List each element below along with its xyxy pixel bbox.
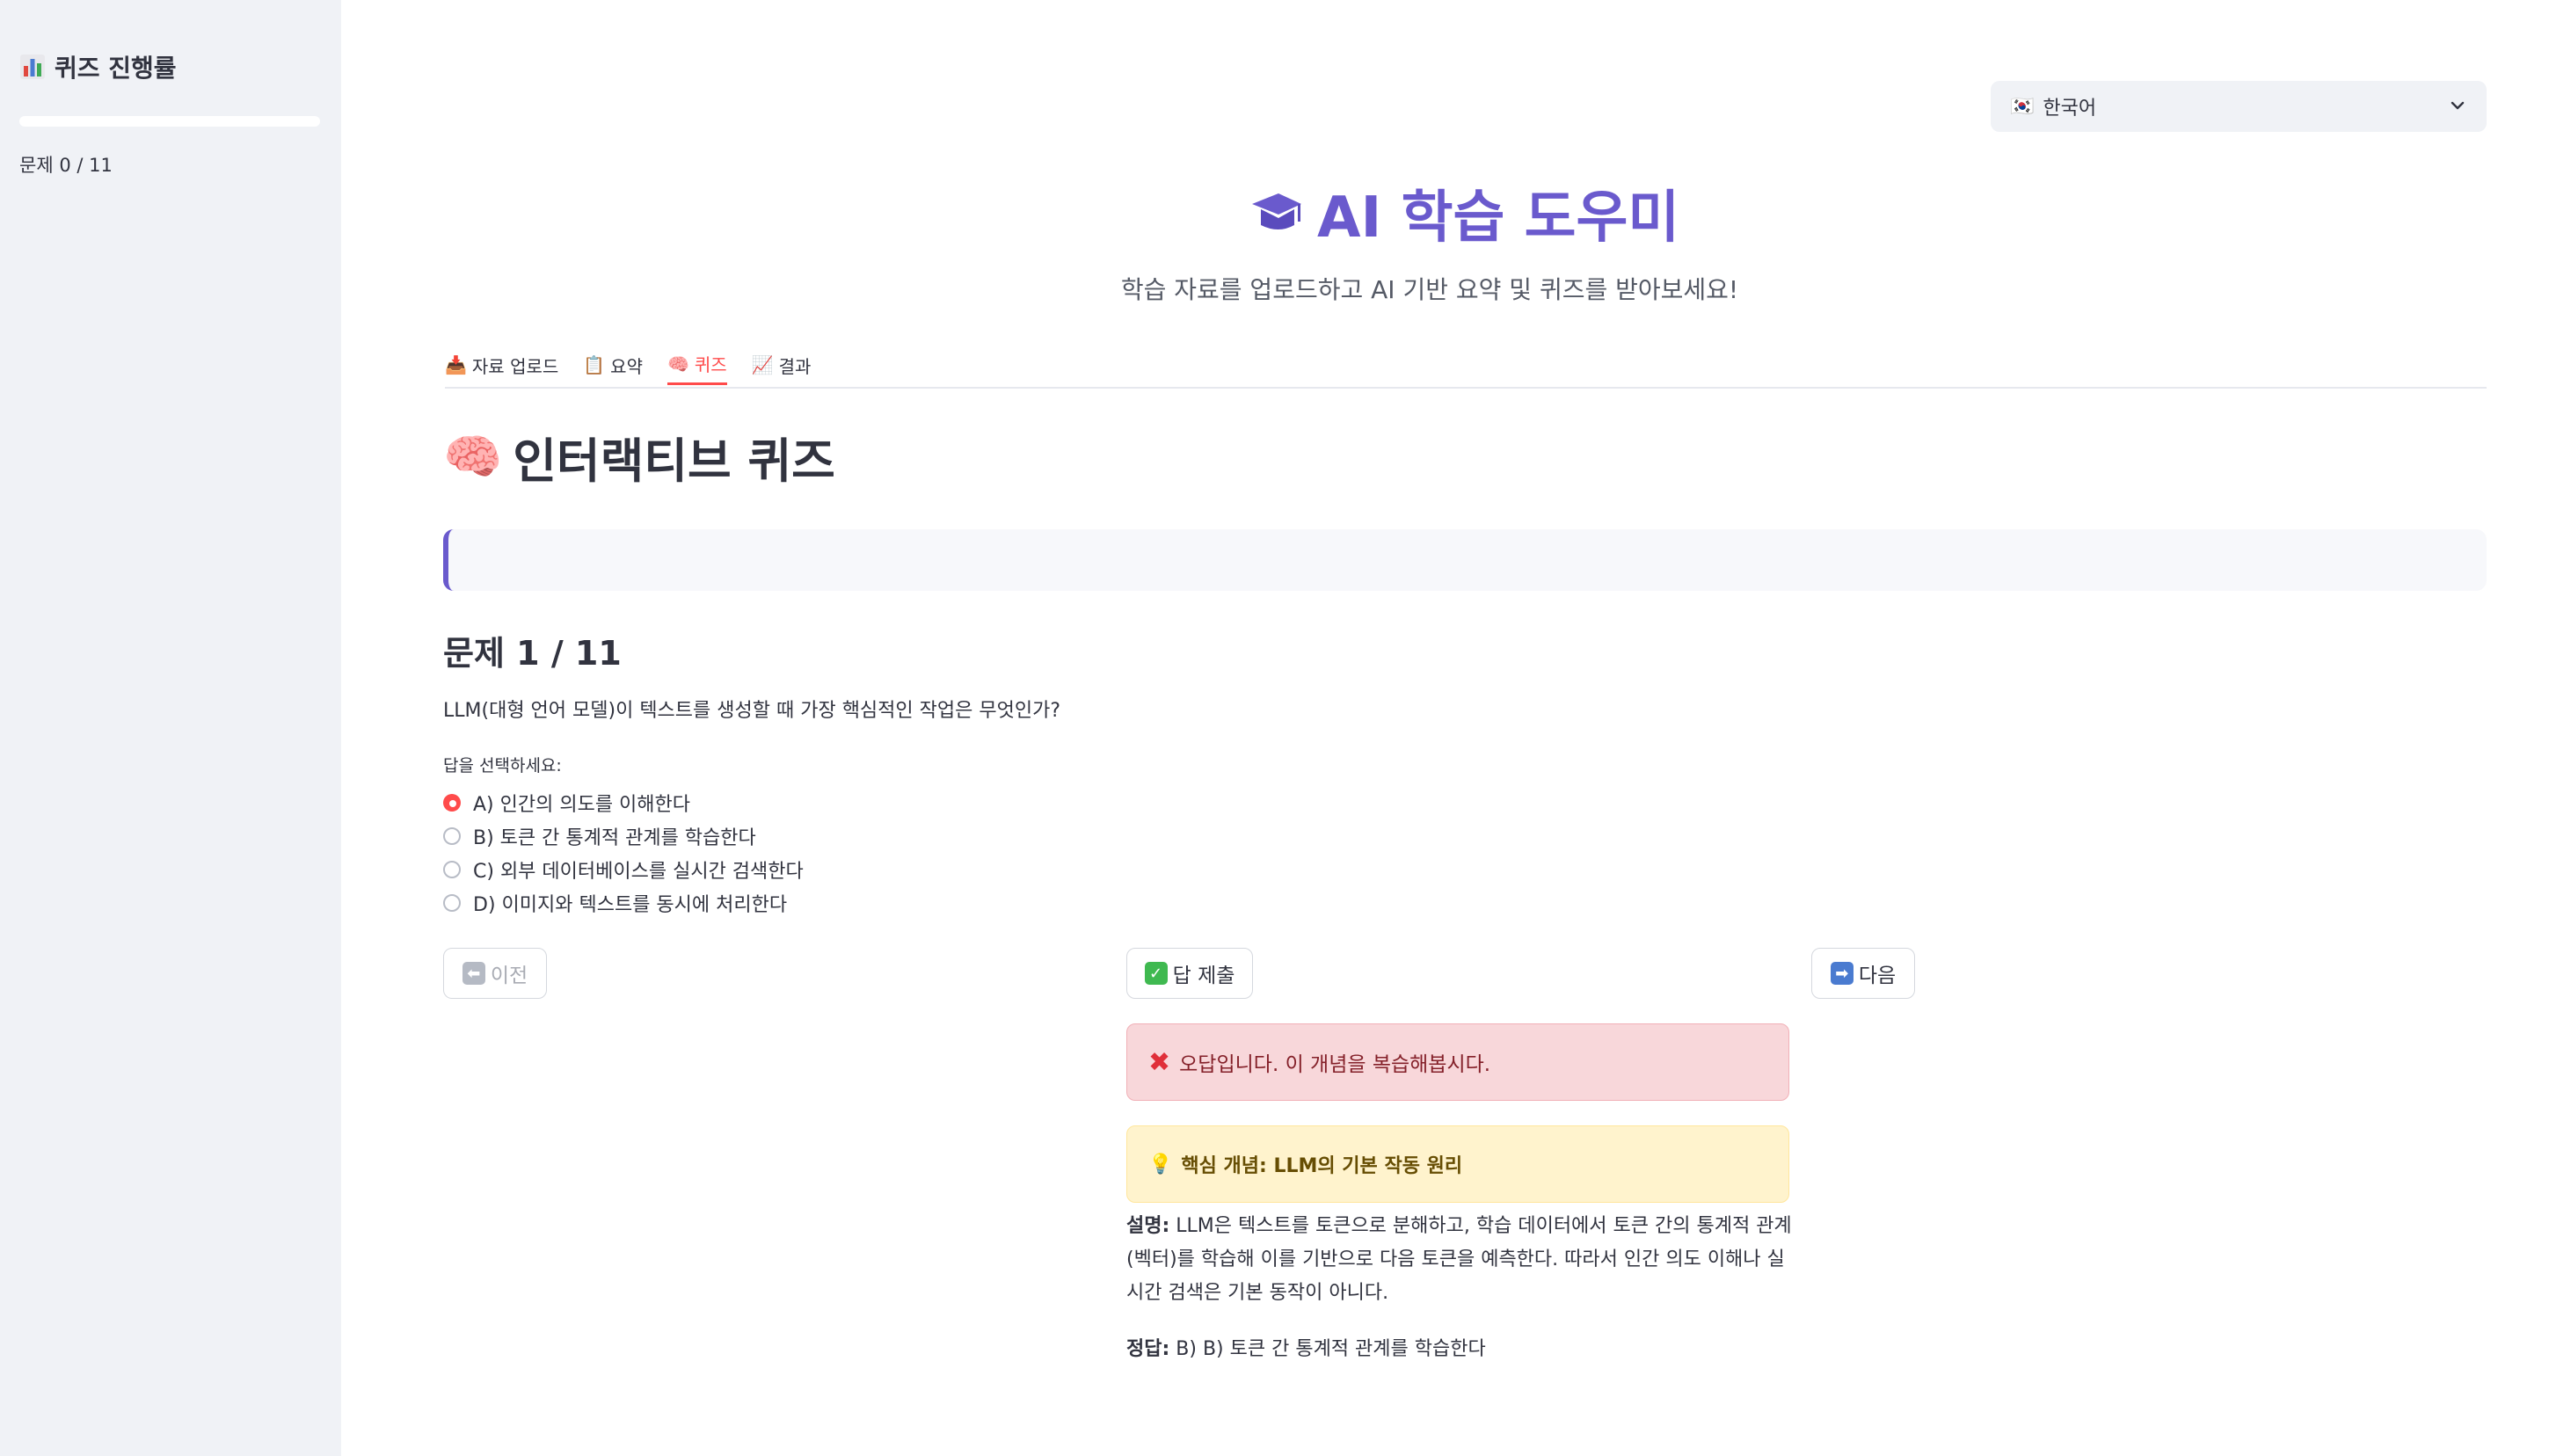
option-c[interactable]: C) 외부 데이터베이스를 실시간 검색한다 — [443, 853, 804, 886]
option-d[interactable]: D) 이미지와 텍스트를 동시에 처리한다 — [443, 886, 804, 920]
right-arrow-icon: ➡ — [1830, 962, 1854, 985]
question-text: LLM(대형 언어 모델)이 텍스트를 생성할 때 가장 핵심적인 작업은 무엇… — [443, 700, 1060, 722]
tab-results-label: 결과 — [778, 355, 812, 377]
brain-icon: 🧠 — [666, 353, 689, 375]
app-title-text: AI 학습 도우미 — [1317, 186, 1680, 251]
error-alert: ✖ 오답입니다. 이 개념을 복습해봅시다. — [1126, 1023, 1789, 1101]
concept-alert-text: 핵심 개념: LLM의 기본 작동 원리 — [1181, 1155, 1463, 1177]
korea-flag-icon: 🇰🇷 — [2010, 95, 2035, 118]
next-button[interactable]: ➡ 다음 — [1811, 948, 1915, 999]
brain-icon: 🧠 — [443, 428, 503, 484]
check-mark-icon: ✓ — [1144, 962, 1168, 985]
bar-chart-icon — [20, 55, 45, 79]
graduation-cap-icon — [1252, 193, 1301, 229]
chevron-down-icon — [2451, 101, 2465, 110]
error-alert-text: 오답입니다. 이 개념을 복습해봅시다. — [1179, 1053, 1491, 1076]
radio-icon[interactable] — [443, 827, 461, 845]
option-b-label: B) 토큰 간 통계적 관계를 학습한다 — [473, 827, 756, 849]
app-subtitle: 학습 자료를 업로드하고 AI 기반 요약 및 퀴즈를 받아보세요! — [0, 271, 2571, 306]
prev-button[interactable]: ⬅ 이전 — [443, 948, 547, 999]
cross-mark-icon: ✖ — [1148, 1046, 1171, 1078]
app-subtitle-text: 학습 자료를 업로드하고 AI 기반 요약 및 퀴즈를 받아보세요! — [1120, 275, 1739, 304]
submit-button[interactable]: ✓ 답 제출 — [1126, 948, 1253, 999]
tab-results[interactable]: 📈 결과 — [752, 343, 812, 385]
app-title: AI 학습 도우미 — [1249, 172, 1679, 253]
section-title: 🧠 인터랙티브 퀴즈 — [443, 422, 835, 491]
tab-summary[interactable]: 📋 요약 — [583, 343, 643, 385]
tab-upload[interactable]: 📥 자료 업로드 — [445, 343, 558, 385]
tab-bar: 📥 자료 업로드 📋 요약 🧠 퀴즈 📈 결과 — [445, 343, 2487, 389]
choose-label: 답을 선택하세요: — [443, 756, 562, 775]
explanation-label: 설명: — [1126, 1215, 1170, 1237]
tab-upload-label: 자료 업로드 — [471, 355, 559, 377]
explanation-text: LLM은 텍스트를 토큰으로 분해하고, 학습 데이터에서 토큰 간의 통계적 … — [1126, 1215, 1792, 1304]
option-c-label: C) 외부 데이터베이스를 실시간 검색한다 — [473, 861, 804, 883]
clipboard-icon: 📋 — [583, 354, 606, 375]
tab-quiz-label: 퀴즈 — [694, 354, 727, 375]
inbox-tray-icon: 📥 — [445, 354, 467, 375]
explanation: 설명: LLM은 텍스트를 토큰으로 분해하고, 학습 데이터에서 토큰 간의 … — [1126, 1210, 1795, 1310]
chart-increasing-icon: 📈 — [751, 354, 774, 375]
section-title-text: 인터랙티브 퀴즈 — [513, 433, 835, 489]
option-a[interactable]: A) 인간의 의도를 이해한다 — [443, 786, 804, 819]
question-heading: 문제 1 / 11 — [443, 634, 622, 673]
answer-options: A) 인간의 의도를 이해한다 B) 토큰 간 통계적 관계를 학습한다 C) … — [443, 786, 804, 920]
language-select[interactable]: 🇰🇷 한국어 — [1991, 81, 2487, 132]
progress-bar — [19, 116, 320, 127]
sidebar-title-text: 퀴즈 진행률 — [55, 54, 177, 83]
radio-selected-icon[interactable] — [443, 794, 461, 812]
left-arrow-icon: ⬅ — [462, 962, 485, 985]
submit-button-label: 답 제출 — [1172, 965, 1235, 987]
next-button-label: 다음 — [1858, 965, 1897, 987]
correct-answer-text: B) B) 토큰 간 통계적 관계를 학습한다 — [1176, 1338, 1486, 1360]
correct-answer: 정답: B) B) 토큰 간 통계적 관계를 학습한다 — [1126, 1333, 1486, 1361]
option-b[interactable]: B) 토큰 간 통계적 관계를 학습한다 — [443, 819, 804, 853]
tab-quiz[interactable]: 🧠 퀴즈 — [666, 343, 727, 385]
correct-answer-label: 정답: — [1126, 1338, 1170, 1360]
sidebar: 퀴즈 진행률 문제 0 / 11 — [0, 0, 341, 1456]
concept-alert: 💡 핵심 개념: LLM의 기본 작동 원리 — [1126, 1125, 1789, 1203]
light-bulb-icon: 💡 — [1148, 1153, 1173, 1176]
radio-icon[interactable] — [443, 861, 461, 878]
prev-button-label: 이전 — [490, 965, 528, 987]
option-a-label: A) 인간의 의도를 이해한다 — [473, 794, 691, 816]
tab-summary-label: 요약 — [610, 355, 643, 377]
progress-count: 문제 0 / 11 — [19, 155, 113, 176]
option-d-label: D) 이미지와 텍스트를 동시에 처리한다 — [473, 894, 788, 916]
sidebar-title: 퀴즈 진행률 — [19, 49, 177, 84]
info-box — [443, 529, 2487, 591]
radio-icon[interactable] — [443, 894, 461, 912]
language-select-value: 한국어 — [2043, 98, 2097, 120]
